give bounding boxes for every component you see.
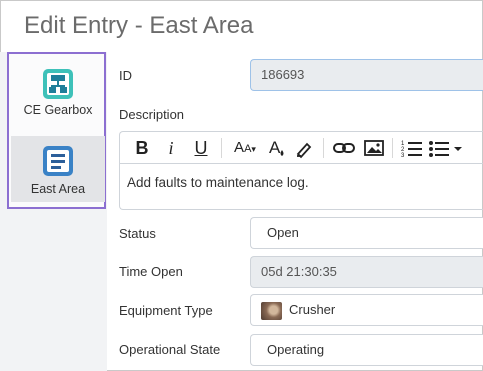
description-content: Add faults to maintenance log.: [127, 175, 309, 190]
status-select[interactable]: Open: [250, 217, 483, 249]
description-editor[interactable]: B i U AA▾ A 123 Add faults to maintenanc…: [119, 131, 483, 210]
text-color-icon[interactable]: A: [268, 137, 288, 159]
ordered-list-icon[interactable]: 123: [400, 137, 424, 159]
page-title: Edit Entry - East Area: [24, 12, 254, 39]
sidebar-item-label: CE Gearbox: [23, 103, 93, 117]
toolbar-divider: [323, 138, 324, 158]
unordered-list-icon[interactable]: [428, 137, 468, 159]
image-icon[interactable]: [362, 137, 386, 159]
toolbar-divider: [221, 138, 222, 158]
id-field[interactable]: 186693: [250, 59, 483, 91]
sidebar-item-label: East Area: [30, 182, 86, 196]
sidebar-item-east-area[interactable]: East Area: [11, 136, 105, 202]
italic-icon[interactable]: i: [164, 137, 178, 159]
toolbar-divider: [392, 138, 393, 158]
crusher-thumbnail-icon: [261, 302, 282, 320]
equipment-type-value: Crusher: [289, 302, 336, 317]
id-label: ID: [119, 68, 132, 83]
bold-icon[interactable]: B: [134, 137, 150, 159]
link-icon[interactable]: [331, 137, 357, 159]
description-label: Description: [119, 107, 185, 122]
operational-state-label: Operational State: [119, 342, 221, 357]
equipment-type-label: Equipment Type: [119, 303, 213, 318]
highlight-icon[interactable]: [294, 137, 314, 159]
gearbox-hierarchy-icon: [43, 69, 73, 99]
status-label: Status: [119, 226, 156, 241]
entry-form: ID 186693 Description B i U AA▾ A 12 3 A…: [107, 52, 483, 371]
font-size-icon[interactable]: AA▾: [229, 137, 261, 159]
svg-text:3: 3: [401, 153, 405, 159]
underline-icon[interactable]: U: [192, 137, 210, 159]
sidebar-highlight-box: CE Gearbox East Area: [7, 52, 106, 209]
time-open-field: 05d 21:30:35: [250, 256, 483, 288]
time-open-label: Time Open: [119, 264, 183, 279]
svg-text:A: A: [269, 138, 281, 157]
editor-toolbar: B i U AA▾ A 123: [120, 132, 483, 164]
operational-state-select[interactable]: Operating: [250, 334, 483, 366]
area-document-icon: [43, 146, 73, 176]
sidebar-item-ce-gearbox[interactable]: CE Gearbox: [11, 58, 105, 124]
equipment-type-select[interactable]: Crusher: [250, 294, 483, 326]
